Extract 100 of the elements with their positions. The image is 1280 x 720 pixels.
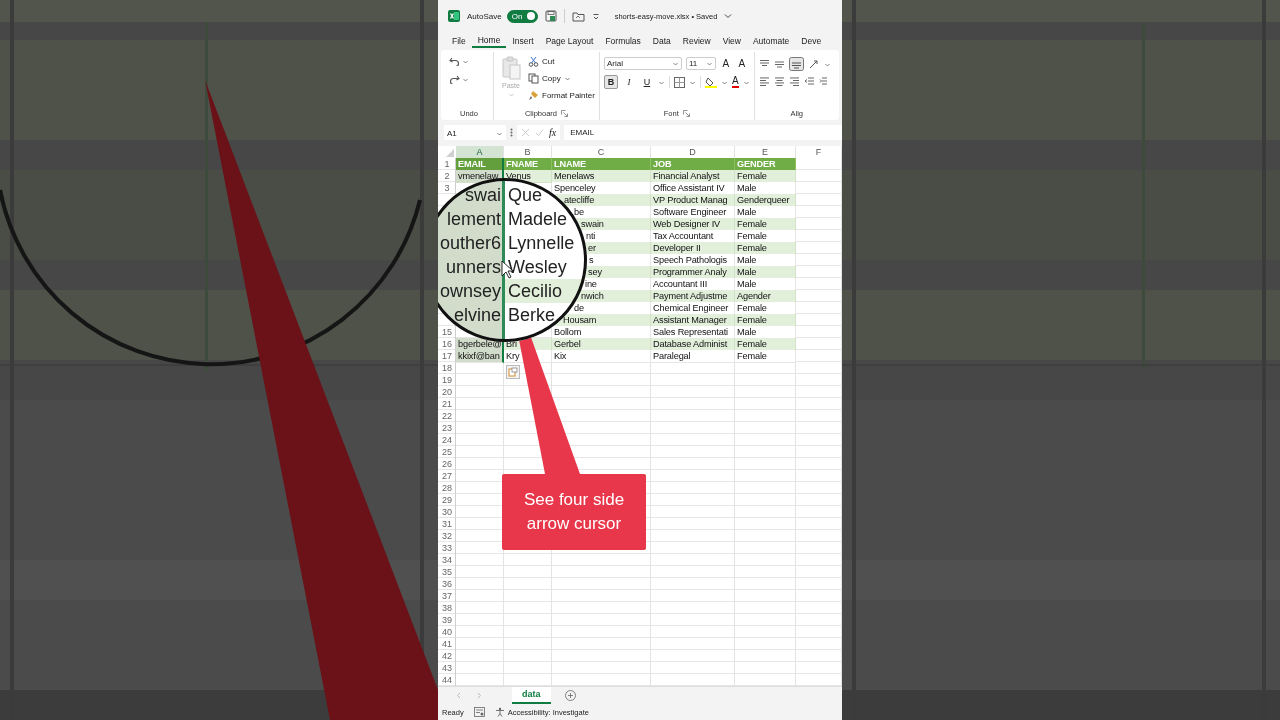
row-header[interactable]: 28 — [438, 482, 456, 494]
row-header[interactable]: 1 — [438, 158, 456, 171]
borders-icon[interactable] — [673, 76, 685, 88]
redo-icon[interactable] — [449, 74, 460, 84]
name-box[interactable]: A1 — [444, 125, 506, 140]
row-header[interactable]: 22 — [438, 410, 456, 422]
bold-button[interactable]: B — [603, 75, 618, 89]
table-cell: Paralegal — [651, 350, 735, 363]
scroll-right-icon[interactable] — [476, 692, 482, 699]
clipboard-icon — [501, 56, 521, 80]
more-icon — [510, 128, 513, 137]
ribbon-tab[interactable]: Deve — [795, 32, 828, 48]
dialog-launcher-icon[interactable] — [561, 109, 568, 117]
row-header[interactable]: 39 — [438, 614, 456, 626]
brush-icon — [528, 90, 539, 101]
magnified-cell: lement — [438, 207, 505, 231]
folder-icon[interactable] — [571, 10, 585, 22]
table-cell: Female — [735, 350, 796, 363]
row-header[interactable]: 33 — [438, 542, 456, 554]
row-header[interactable]: 43 — [438, 662, 456, 674]
caret-icon — [507, 91, 515, 98]
magnified-cell: unners — [438, 255, 505, 279]
caret-icon — [496, 130, 503, 137]
autosave-toggle[interactable]: On — [506, 9, 538, 23]
font-name-field[interactable]: Arial — [603, 57, 682, 70]
enter-icon — [535, 128, 544, 137]
ribbon-tab[interactable]: Home — [471, 32, 507, 48]
decrease-indent-icon[interactable] — [803, 76, 815, 87]
row-header[interactable]: 24 — [438, 434, 456, 446]
row-header[interactable]: 38 — [438, 602, 456, 614]
caret-icon — [671, 60, 679, 67]
ribbon-tab[interactable]: Review — [676, 32, 717, 48]
row-header[interactable]: 37 — [438, 590, 456, 602]
grow-font-button[interactable]: A — [719, 58, 732, 69]
caret-icon — [563, 75, 571, 82]
callout-label: See four side arrow cursor — [502, 474, 646, 550]
save-icon[interactable] — [544, 10, 557, 22]
magnified-cell: outher6 — [438, 231, 505, 255]
row-header[interactable]: 29 — [438, 494, 456, 506]
magnified-cell: ownsey — [438, 279, 505, 303]
macro-icon[interactable] — [473, 707, 485, 717]
ribbon-tab[interactable]: Formulas — [599, 32, 647, 48]
text-angle-icon[interactable] — [807, 58, 820, 70]
row-header[interactable]: 16 — [438, 338, 456, 351]
ribbon-tab[interactable]: Insert — [506, 32, 540, 48]
font-color-button[interactable]: A — [731, 76, 739, 88]
row-header[interactable]: 41 — [438, 638, 456, 650]
caret-icon — [705, 60, 713, 67]
table-cell: Kix — [552, 350, 651, 363]
row-header[interactable]: 30 — [438, 506, 456, 518]
row-header[interactable]: 32 — [438, 530, 456, 542]
scissors-icon — [528, 56, 539, 67]
clipboard-command[interactable]: Cut — [528, 54, 595, 69]
row-header[interactable]: 20 — [438, 386, 456, 398]
formula-input[interactable]: EMAIL — [564, 125, 842, 140]
clipboard-command[interactable]: Format Painter — [528, 88, 595, 103]
undo-icon[interactable] — [449, 56, 460, 66]
paste-options-icon[interactable] — [506, 365, 520, 379]
clipboard-command[interactable]: Copy — [528, 71, 595, 86]
row-header[interactable]: 27 — [438, 470, 456, 482]
excel-icon — [448, 10, 460, 22]
accessibility-icon — [494, 707, 505, 717]
row-header[interactable]: 26 — [438, 458, 456, 470]
row-header[interactable]: 36 — [438, 578, 456, 590]
scroll-left-icon[interactable] — [456, 692, 462, 699]
table-cell: kkixf@ban — [456, 350, 504, 363]
ribbon-tab[interactable]: File — [446, 32, 472, 48]
dropdown-icon[interactable] — [591, 12, 600, 20]
copy-icon — [528, 73, 539, 84]
ribbon-tab[interactable]: View — [716, 32, 747, 48]
row-header[interactable]: 34 — [438, 554, 456, 566]
row-header[interactable]: 23 — [438, 422, 456, 434]
row-header[interactable]: 18 — [438, 362, 456, 374]
row-header[interactable]: 19 — [438, 374, 456, 386]
italic-button[interactable]: I — [621, 75, 636, 89]
shrink-font-button[interactable]: A — [735, 58, 748, 69]
add-sheet-icon[interactable] — [564, 690, 576, 701]
ribbon-tab[interactable]: Automate — [746, 32, 796, 48]
chevron-down-icon[interactable] — [724, 13, 733, 19]
row-header[interactable]: 44 — [438, 674, 456, 686]
row-header[interactable]: 35 — [438, 566, 456, 578]
ribbon-tab[interactable]: Page Layout — [539, 32, 600, 48]
autosave-label: AutoSave — [467, 11, 502, 21]
row-header[interactable]: 25 — [438, 446, 456, 458]
align-middle-icon[interactable] — [773, 58, 785, 70]
underline-button[interactable]: U — [639, 75, 654, 89]
font-size-field[interactable]: 11 — [685, 57, 716, 70]
row-header[interactable]: 31 — [438, 518, 456, 530]
dialog-launcher-icon[interactable] — [682, 109, 690, 117]
ribbon-tab[interactable]: Data — [646, 32, 677, 48]
insert-function-button[interactable]: fx — [549, 127, 557, 138]
align-bottom-icon[interactable] — [788, 57, 804, 71]
row-header[interactable]: 42 — [438, 650, 456, 662]
row-header[interactable]: 15 — [438, 326, 456, 339]
sheet-tab[interactable]: data — [512, 686, 551, 704]
fill-color-icon[interactable] — [704, 76, 717, 88]
row-header[interactable]: 40 — [438, 626, 456, 638]
row-header[interactable]: 17 — [438, 350, 456, 363]
increase-indent-icon[interactable] — [818, 76, 827, 87]
row-header[interactable]: 21 — [438, 398, 456, 410]
